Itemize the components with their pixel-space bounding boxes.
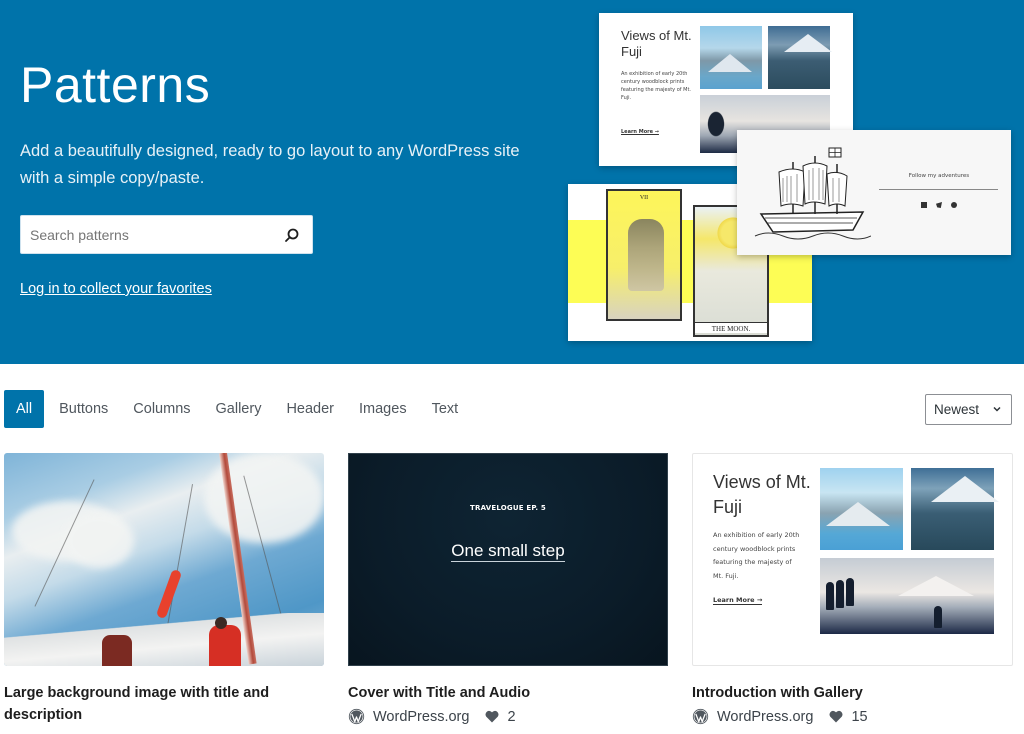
gallery-image-1 — [820, 468, 903, 550]
fuji-image-2 — [768, 26, 832, 89]
favorite-count: 15 — [851, 708, 868, 725]
pattern-card: TRAVELOGUE EP. 5 One small step Cover wi… — [348, 453, 668, 725]
tab-text[interactable]: Text — [421, 390, 470, 428]
search-input[interactable] — [21, 216, 272, 253]
tab-buttons[interactable]: Buttons — [48, 390, 119, 428]
cover-heading: One small step — [349, 541, 667, 562]
sailor-figure — [209, 617, 241, 666]
pattern-meta: WordPress.org 2 — [348, 708, 668, 725]
tab-images[interactable]: Images — [348, 390, 418, 428]
gallery-image-3 — [820, 558, 994, 634]
hero-description: Add a beautifully designed, ready to go … — [20, 142, 520, 187]
tarot-figure — [628, 219, 664, 291]
cover-heading-text: One small step — [451, 541, 565, 562]
page-title: Patterns — [20, 57, 211, 113]
intro-heading: Views of Mt. Fuji — [713, 472, 811, 517]
preview-fuji-link: Learn More → — [621, 129, 659, 135]
hero-banner: Patterns Add a beautifully designed, rea… — [0, 0, 1024, 364]
tab-header[interactable]: Header — [275, 390, 345, 428]
sail — [4, 613, 324, 666]
pattern-title[interactable]: Large background image with title and de… — [4, 682, 324, 726]
pattern-author[interactable]: WordPress.org — [717, 709, 813, 725]
wordpress-logo-icon — [348, 708, 365, 725]
login-link[interactable]: Log in to collect your favorites — [20, 281, 212, 297]
tree — [826, 582, 834, 610]
mail-icon — [921, 202, 927, 208]
sort-dropdown[interactable]: Newest — [925, 394, 1012, 425]
tarot-card-seven-swords: VII — [606, 189, 682, 321]
heart-icon[interactable] — [485, 710, 499, 723]
intro-description: An exhibition of early 20th century wood… — [713, 531, 800, 580]
sort-selected-value: Newest — [934, 402, 980, 417]
preview-ship-pattern: Follow my adventures — [737, 130, 1011, 255]
pattern-author[interactable]: WordPress.org — [373, 709, 469, 725]
fuji-image-1 — [700, 26, 762, 89]
tree — [846, 578, 854, 606]
chevron-down-icon — [993, 406, 1001, 412]
tree — [836, 580, 844, 608]
search-form — [20, 215, 313, 254]
rope — [165, 484, 194, 632]
pattern-thumbnail[interactable]: TRAVELOGUE EP. 5 One small step — [348, 453, 668, 666]
sailor-figure — [102, 635, 132, 666]
search-button[interactable] — [272, 216, 312, 253]
social-icons — [879, 202, 999, 208]
divider — [879, 189, 998, 190]
pattern-thumbnail[interactable] — [4, 453, 324, 666]
follow-caption: Follow my adventures — [908, 173, 970, 179]
tab-all[interactable]: All — [4, 390, 45, 428]
category-tabs: All Buttons Columns Gallery Header Image… — [4, 390, 472, 428]
tab-columns[interactable]: Columns — [122, 390, 201, 428]
tarot-numeral: VII — [639, 195, 649, 201]
search-icon — [285, 228, 299, 242]
tree — [934, 606, 942, 628]
facebook-icon — [951, 202, 957, 208]
pattern-meta: WordPress.org 15 — [692, 708, 1013, 725]
pattern-thumbnail[interactable]: Views of Mt. Fuji An exhibition of early… — [692, 453, 1013, 666]
twitter-icon — [936, 202, 942, 208]
wordpress-logo-icon — [692, 708, 709, 725]
gallery-image-2 — [911, 468, 999, 550]
favorite-count: 2 — [507, 708, 516, 725]
cover-kicker: TRAVELOGUE EP. 5 — [470, 504, 546, 512]
tarot-caption: THE MOON. — [695, 322, 767, 333]
pattern-title[interactable]: Introduction with Gallery — [692, 682, 1013, 704]
pattern-title[interactable]: Cover with Title and Audio — [348, 682, 668, 704]
intro-link: Learn More → — [713, 596, 763, 605]
heart-icon[interactable] — [829, 710, 843, 723]
pattern-card: Large background image with title and de… — [4, 453, 324, 726]
ship-illustration — [754, 147, 871, 240]
pattern-card: Views of Mt. Fuji An exhibition of early… — [692, 453, 1013, 725]
tab-gallery[interactable]: Gallery — [205, 390, 273, 428]
preview-fuji-description: An exhibition of early 20th century wood… — [621, 71, 691, 101]
preview-fuji-title: Views of Mt. Fuji — [621, 28, 692, 59]
